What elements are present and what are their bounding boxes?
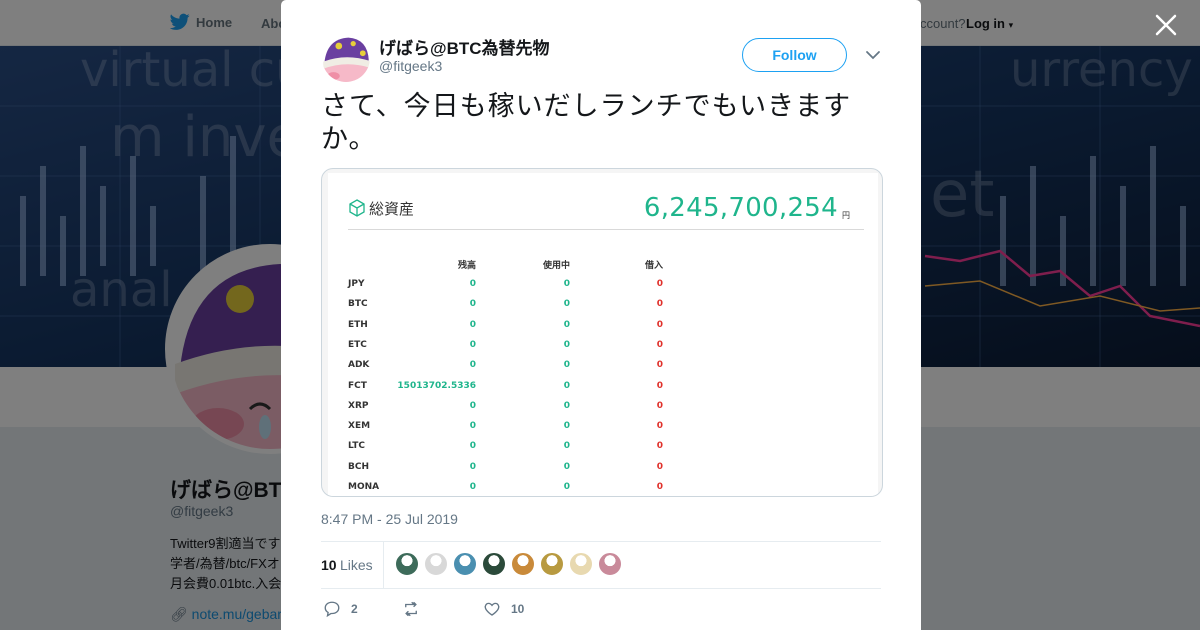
balance-cell: 0 xyxy=(469,279,476,289)
borrowed-cell: 0 xyxy=(656,279,663,289)
currency-name: MONA xyxy=(348,482,380,492)
table-row: MONA 0 0 0 xyxy=(328,482,878,496)
close-icon xyxy=(1155,14,1177,36)
liker-avatar[interactable] xyxy=(424,552,448,576)
liker-avatar[interactable] xyxy=(453,552,477,576)
divider xyxy=(321,541,881,542)
in-use-cell: 0 xyxy=(563,421,570,432)
header-balance: 残高 xyxy=(457,261,476,271)
currency-name: FCT xyxy=(348,380,367,391)
balance-cell: 15013702.5336 xyxy=(397,380,476,391)
table-row: ADK 0 0 0 xyxy=(328,360,878,380)
table-row: ETC 0 0 0 xyxy=(328,340,878,360)
borrowed-cell: 0 xyxy=(656,482,663,492)
borrowed-cell: 0 xyxy=(656,319,663,330)
close-modal-button[interactable] xyxy=(1153,12,1179,38)
table-row: JPY 0 0 0 xyxy=(328,279,878,299)
reply-icon xyxy=(324,601,340,618)
in-use-cell: 0 xyxy=(563,482,570,492)
header-borrowed: 借入 xyxy=(644,261,663,271)
borrowed-cell: 0 xyxy=(656,421,663,432)
liker-avatar[interactable] xyxy=(569,552,593,576)
balance-cell: 0 xyxy=(469,441,476,452)
balance-cell: 0 xyxy=(469,421,476,432)
table-row: XEM 0 0 0 xyxy=(328,421,878,441)
in-use-cell: 0 xyxy=(563,319,570,330)
in-use-cell: 0 xyxy=(563,441,570,452)
tweet-timestamp[interactable]: 8:47 PM - 25 Jul 2019 xyxy=(321,511,458,527)
balance-cell: 0 xyxy=(469,339,476,350)
divider xyxy=(321,588,881,589)
cube-icon xyxy=(349,199,365,217)
currency-name: ETC xyxy=(348,339,367,350)
currency-name: BTC xyxy=(348,299,368,310)
author-handle[interactable]: @fitgeek3 xyxy=(379,58,442,74)
author-avatar[interactable] xyxy=(322,34,370,82)
liker-avatar[interactable] xyxy=(598,552,622,576)
chevron-down-icon[interactable] xyxy=(865,47,881,63)
currency-name: XEM xyxy=(348,421,371,432)
asset-title: 総資産 xyxy=(369,200,415,218)
reply-count: 2 xyxy=(351,602,358,616)
likes-count[interactable]: 10 xyxy=(321,557,337,573)
borrowed-cell: 0 xyxy=(656,461,663,472)
reply-button[interactable]: 2 xyxy=(323,600,358,618)
likes-label[interactable]: Likes xyxy=(340,557,373,573)
liker-avatar[interactable] xyxy=(395,552,419,576)
balance-cell: 0 xyxy=(469,461,476,472)
follow-button[interactable]: Follow xyxy=(742,38,847,72)
liker-avatar[interactable] xyxy=(540,552,564,576)
liker-avatars xyxy=(395,552,622,576)
table-row: FCT 15013702.5336 0 0 xyxy=(328,381,878,401)
currency-name: ETH xyxy=(348,319,368,330)
tweet-text: さて、今日も稼いだしランチでもいきますか。 xyxy=(321,91,852,155)
like-button[interactable]: 10 xyxy=(483,600,524,618)
in-use-cell: 0 xyxy=(563,279,570,289)
borrowed-cell: 0 xyxy=(656,400,663,411)
currency-name: ADK xyxy=(348,360,370,371)
balance-cell: 0 xyxy=(469,400,476,411)
currency-name: BCH xyxy=(348,461,369,472)
balance-cell: 0 xyxy=(469,319,476,330)
table-row: XRP 0 0 0 xyxy=(328,401,878,421)
divider xyxy=(383,542,384,588)
in-use-cell: 0 xyxy=(563,461,570,472)
asset-screenshot: 総資産 6,245,700,254 円 残高 使用中 借入 JPY 0 0 0 BTC 0… xyxy=(328,173,878,496)
heart-icon xyxy=(484,602,500,616)
borrowed-cell: 0 xyxy=(656,339,663,350)
table-row: BCH 0 0 0 xyxy=(328,462,878,482)
in-use-cell: 0 xyxy=(563,380,570,391)
author-name[interactable]: げばら@BTC為替先物 xyxy=(379,34,550,59)
total-asset-value: 6,245,700,254 xyxy=(643,193,838,223)
table-row: LTC 0 0 0 xyxy=(328,441,878,461)
retweet-button[interactable] xyxy=(402,600,430,618)
in-use-cell: 0 xyxy=(563,360,570,371)
liker-avatar[interactable] xyxy=(511,552,535,576)
table-row: BTC 0 0 0 xyxy=(328,299,878,319)
tweet-image[interactable]: 総資産 6,245,700,254 円 残高 使用中 借入 JPY 0 0 0 BTC 0… xyxy=(321,168,883,497)
borrowed-cell: 0 xyxy=(656,380,663,391)
currency-name: XRP xyxy=(348,400,369,411)
header-in-use: 使用中 xyxy=(542,261,570,271)
retweet-icon xyxy=(405,601,417,617)
currency-name: LTC xyxy=(348,441,365,452)
balance-cell: 0 xyxy=(469,360,476,371)
borrowed-cell: 0 xyxy=(656,360,663,371)
like-count: 10 xyxy=(511,602,525,616)
in-use-cell: 0 xyxy=(563,400,570,411)
balance-cell: 0 xyxy=(469,299,476,310)
borrowed-cell: 0 xyxy=(656,441,663,452)
table-row: ETH 0 0 0 xyxy=(328,320,878,340)
in-use-cell: 0 xyxy=(563,299,570,310)
borrowed-cell: 0 xyxy=(656,299,663,310)
tweet-modal: げばら@BTC為替先物 @fitgeek3 Follow さて、今日も稼いだしラ… xyxy=(281,0,921,630)
asset-unit: 円 xyxy=(842,211,850,220)
in-use-cell: 0 xyxy=(563,339,570,350)
liker-avatar[interactable] xyxy=(482,552,506,576)
balance-cell: 0 xyxy=(469,482,476,492)
kirby-avatar-image xyxy=(322,34,370,82)
currency-name: JPY xyxy=(348,279,365,289)
divider xyxy=(348,229,864,230)
